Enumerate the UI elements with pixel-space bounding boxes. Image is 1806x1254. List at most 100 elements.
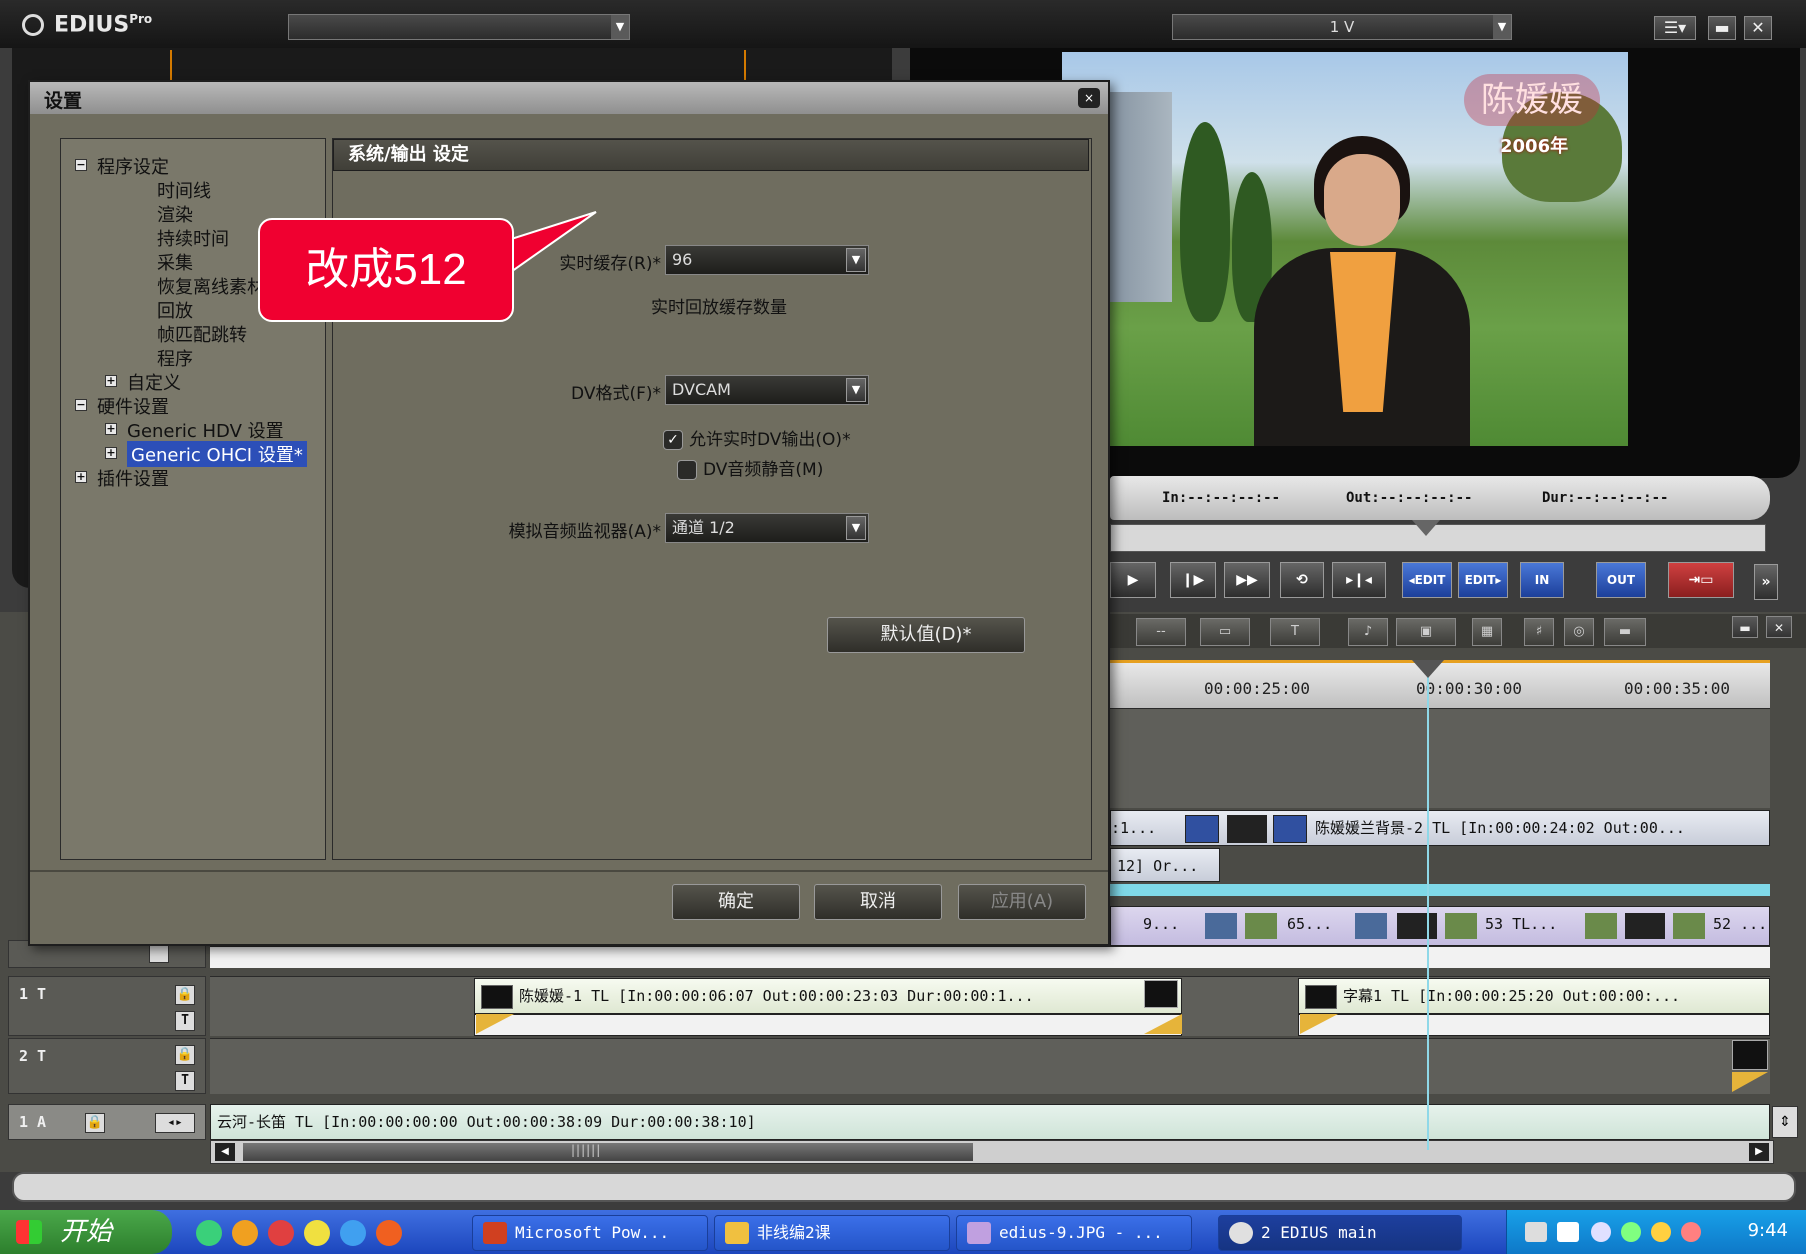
layout-menu-button[interactable]: ☰▾ — [1654, 16, 1696, 40]
quicklaunch-icon[interactable] — [268, 1220, 294, 1246]
timeline-horizontal-scrollbar[interactable]: ◀ |||||| ▶ — [210, 1140, 1774, 1164]
tree-item[interactable]: 采集 — [157, 249, 193, 275]
title-clip-2[interactable]: 字幕1 TL [In:00:00:25:20 Out:00:00:... — [1298, 978, 1770, 1014]
quicklaunch-icon[interactable] — [196, 1220, 222, 1246]
tree-item[interactable]: 恢复离线素材 — [157, 273, 265, 299]
scrub-position-marker[interactable] — [1412, 520, 1440, 536]
player-track-combo[interactable]: 1 V ▼ — [1172, 14, 1512, 40]
help-icon[interactable] — [1557, 1222, 1579, 1242]
play-around-button[interactable]: ▸❙◂ — [1332, 562, 1386, 598]
track-t2[interactable] — [210, 1038, 1770, 1094]
lock-icon[interactable]: 🔒 — [85, 1113, 105, 1133]
render-button[interactable]: ◎ — [1564, 618, 1594, 646]
default-button[interactable]: 默认值(D)* — [827, 617, 1025, 653]
output-button[interactable]: ▣ — [1396, 618, 1456, 646]
tree-item[interactable]: Generic HDV 设置 — [127, 417, 284, 443]
video-toggle-icon[interactable] — [149, 945, 169, 963]
start-button[interactable]: 开始 — [0, 1210, 172, 1254]
lock-icon[interactable]: 🔒 — [175, 985, 195, 1005]
task-edius[interactable]: 2 EDIUS main — [1218, 1215, 1462, 1251]
sequence-button[interactable]: ▬ — [1604, 618, 1646, 646]
dv-audio-mute-row[interactable]: DV音频静音(M) — [677, 455, 823, 480]
expand-icon[interactable]: + — [105, 447, 117, 459]
minimize-button[interactable]: ▬ — [1708, 16, 1736, 40]
timeline-close-button[interactable]: ✕ — [1766, 616, 1792, 638]
tree-item[interactable]: Generic OHCI 设置* — [127, 441, 307, 467]
title-track-icon[interactable]: T — [175, 1071, 195, 1091]
timeline-clip-v2[interactable]: :1... 陈媛媛兰背景-2 TL [In:00:00:24:02 Out:00… — [1110, 810, 1770, 846]
ok-button[interactable]: 确定 — [672, 884, 800, 920]
timeline-minimize-button[interactable]: ▬ — [1732, 616, 1758, 638]
apply-button[interactable]: 应用(A) — [958, 884, 1086, 920]
edit-left-button[interactable]: ◂EDIT — [1402, 562, 1452, 598]
analog-monitor-combo[interactable]: 通道 1/2 ▼ — [665, 513, 869, 543]
collapse-icon[interactable]: − — [75, 159, 87, 171]
collapse-icon[interactable]: − — [75, 399, 87, 411]
scroll-right-icon[interactable]: ▶ — [1749, 1143, 1769, 1161]
dv-format-combo[interactable]: DVCAM ▼ — [665, 375, 869, 405]
timeline-clip-v1[interactable]: 9... 65... 53 TL... 52 ... — [1110, 906, 1770, 946]
mark-out-button[interactable]: OUT — [1596, 562, 1646, 598]
tree-item[interactable]: 硬件设置 — [97, 393, 169, 419]
task-folder[interactable]: 非线编2课 — [714, 1215, 950, 1251]
quicklaunch-icon[interactable] — [304, 1220, 330, 1246]
title-clip-1[interactable]: 陈媛媛-1 TL [In:00:00:06:07 Out:00:00:23:03… — [474, 978, 1182, 1014]
tree-item[interactable]: 程序设定 — [97, 153, 169, 179]
step-forward-button[interactable]: ❙▶ — [1170, 562, 1216, 598]
audio-clip[interactable]: 云河-长笛 TL [In:00:00:00:00 Out:00:00:38:09… — [210, 1104, 1770, 1140]
quicklaunch-icon[interactable] — [232, 1220, 258, 1246]
lock-icon[interactable]: 🔒 — [175, 1045, 195, 1065]
expand-icon[interactable]: + — [105, 375, 117, 387]
fade-in-icon[interactable] — [1300, 1014, 1338, 1034]
allow-dv-output-checkbox[interactable]: ✓ — [663, 430, 683, 450]
playhead-marker[interactable] — [1412, 660, 1444, 678]
quicklaunch-icon[interactable] — [376, 1220, 402, 1246]
timeline-clip-v2-lower[interactable]: 12] Or... — [1110, 848, 1220, 882]
expand-icon[interactable]: + — [75, 471, 87, 483]
track-v1-lower[interactable] — [210, 946, 1770, 968]
title-clip-2-mixer[interactable] — [1298, 1014, 1770, 1036]
mark-in-button[interactable]: IN — [1520, 562, 1564, 598]
scroll-left-icon[interactable]: ◀ — [215, 1143, 235, 1161]
tree-item[interactable]: 程序 — [157, 345, 193, 371]
tree-item[interactable]: 自定义 — [127, 369, 181, 395]
title-track-icon[interactable]: T — [175, 1011, 195, 1031]
tree-item[interactable]: 插件设置 — [97, 465, 169, 491]
tree-item[interactable]: 帧匹配跳转 — [157, 321, 247, 347]
ie-icon[interactable] — [340, 1220, 366, 1246]
task-powerpoint[interactable]: Microsoft Pow... — [472, 1215, 708, 1251]
audio-mixer-button[interactable]: ♯ — [1524, 618, 1554, 646]
fade-in-icon[interactable] — [476, 1014, 514, 1034]
realtime-cache-combo[interactable]: 96 ▼ — [665, 245, 869, 275]
title-button[interactable]: T — [1270, 618, 1320, 646]
volume-icon[interactable] — [1651, 1222, 1671, 1242]
task-image[interactable]: edius-9.JPG - ... — [956, 1215, 1192, 1251]
network-icon[interactable] — [1591, 1222, 1611, 1242]
close-button[interactable]: ✕ — [1744, 16, 1772, 40]
tree-item[interactable]: 持续时间 — [157, 225, 229, 251]
more-controls-button[interactable]: » — [1754, 564, 1778, 600]
allow-dv-output-row[interactable]: ✓ 允许实时DV输出(O)* — [663, 425, 851, 450]
fade-in-icon[interactable] — [1732, 1072, 1768, 1092]
expand-icon[interactable]: + — [105, 423, 117, 435]
dialog-close-button[interactable]: × — [1078, 88, 1100, 108]
recorder-device-combo[interactable]: ▼ — [288, 14, 630, 40]
fast-forward-button[interactable]: ▶▶ — [1224, 562, 1270, 598]
overwrite-mode-button[interactable]: ⇥▭ — [1668, 562, 1734, 598]
dv-audio-mute-checkbox[interactable] — [677, 460, 697, 480]
mic-button[interactable]: ♪ — [1348, 618, 1388, 646]
tree-item[interactable]: 回放 — [157, 297, 193, 323]
track-v3[interactable] — [1110, 708, 1770, 808]
vertical-scroll-arrows[interactable]: ⇕ — [1772, 1106, 1798, 1138]
keyboard-icon[interactable] — [1525, 1222, 1547, 1242]
split-button[interactable]: ▭ — [1200, 618, 1250, 646]
tray-icon[interactable] — [1681, 1222, 1701, 1242]
cancel-button[interactable]: 取消 — [814, 884, 942, 920]
edit-right-button[interactable]: EDIT▸ — [1458, 562, 1508, 598]
fade-out-icon[interactable] — [1144, 1014, 1182, 1034]
waveform-toggle-icon[interactable]: ◂▸ — [155, 1113, 195, 1133]
dialog-titlebar[interactable]: 设置 × — [30, 82, 1108, 114]
loop-button[interactable]: ⟲ — [1280, 562, 1324, 598]
scrollbar-thumb[interactable] — [243, 1143, 973, 1161]
safe-area-button[interactable]: ▦ — [1472, 618, 1502, 646]
